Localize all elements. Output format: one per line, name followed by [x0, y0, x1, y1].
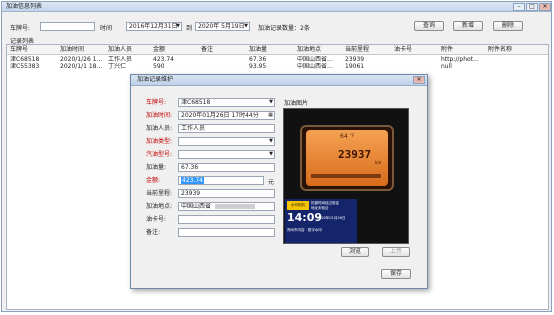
calendar-icon: ▦	[268, 112, 273, 118]
column-header-location[interactable]: 加油地点	[297, 45, 321, 54]
column-header-time[interactable]: 加油时间	[60, 45, 84, 54]
table-header: 车牌号 加油时间 加油人员 金额 备注 加油量 加油地点 当前里程 油卡号 附件…	[7, 45, 548, 55]
chevron-down-icon: ▼	[269, 138, 273, 144]
date-to-value: 2020年 5月19日	[198, 23, 245, 30]
date-to-picker[interactable]: 2020年 5月19日 ▼	[195, 22, 250, 31]
column-header-person[interactable]: 加油人员	[108, 45, 132, 54]
field-label-amount: 金额:	[146, 177, 161, 184]
location-value: 中国山西省	[181, 203, 212, 210]
plate-value: 津C68518	[181, 99, 211, 106]
field-label-mileage: 当前里程:	[146, 190, 173, 197]
stamp-date: 2020年01月26日	[317, 216, 346, 220]
plate-filter-label: 车牌号:	[10, 25, 31, 32]
close-icon[interactable]: ✕	[413, 76, 425, 84]
column-header-attachment[interactable]: 附件	[441, 45, 453, 54]
column-header-amount[interactable]: 金额	[153, 45, 165, 54]
to-label: 到	[186, 25, 193, 32]
field-label-person: 加油人员:	[146, 125, 173, 132]
field-label-time: 加油时间:	[146, 112, 173, 119]
window-title: 加油信息列表	[2, 2, 551, 12]
fuel-type-select[interactable]: ▼	[178, 137, 275, 146]
field-label-fuel-type: 加油类型:	[146, 138, 173, 145]
cell-mileage: 19061	[345, 63, 365, 70]
vehicle-model-select[interactable]: ▼	[178, 150, 275, 159]
amount-value: 423.74	[181, 177, 204, 184]
amount-unit: 元	[268, 179, 275, 186]
odometer-reading: 23937	[338, 148, 372, 161]
cell-mileage: 23939	[345, 56, 365, 63]
browse-button[interactable]: 浏览	[341, 247, 369, 257]
stamp-badge: 水印相机	[287, 201, 309, 210]
remark-input[interactable]	[178, 228, 275, 237]
chevron-down-icon: ▼	[269, 99, 273, 105]
dialog-title: 加油记录维护	[131, 75, 427, 86]
column-header-remark[interactable]: 备注	[201, 45, 213, 54]
chevron-down-icon: ▼	[244, 23, 248, 29]
cell-location: 中国山西省...	[297, 63, 333, 70]
cell-person: 丁兴仁	[108, 63, 127, 70]
cell-plate: 津C68518	[10, 56, 40, 63]
location-input[interactable]: 中国山西省	[178, 202, 275, 211]
chevron-down-icon: ▼	[269, 151, 273, 157]
plate-filter-input[interactable]	[40, 22, 95, 31]
chevron-down-icon: ▼	[176, 23, 180, 29]
minimize-button[interactable]: –	[513, 3, 525, 11]
cell-location: 中国山西省...	[297, 56, 333, 63]
time-filter-label: 时间	[100, 25, 113, 32]
field-label-remark: 备注:	[146, 229, 161, 236]
column-header-attachment-name[interactable]: 附件名称	[488, 45, 512, 54]
column-header-volume[interactable]: 加油量	[249, 45, 267, 54]
time-value: 2020年01月26日 17时44分	[181, 112, 259, 119]
fuel-record-dialog: 加油记录维护 ✕ 车牌号: 津C68518 ▼ 加油时间: 2020年01月26…	[130, 74, 428, 289]
cell-attachment[interactable]: null	[441, 63, 452, 70]
odometer-unit: km	[375, 160, 382, 165]
watermark-stamp: 水印相机 拍摄时间经过验证 地址未验证 14:09 2020年01月26日 郑州…	[285, 199, 357, 243]
query-button[interactable]: 查询	[414, 21, 444, 31]
cell-time: 2020/1/26 1...	[60, 56, 103, 63]
column-header-plate[interactable]: 车牌号	[10, 45, 28, 54]
delete-button[interactable]: 删除	[493, 21, 523, 31]
amount-input[interactable]: 423.74	[178, 176, 264, 185]
field-label-card: 油卡号:	[146, 216, 167, 223]
cell-attachment[interactable]: http://phot...	[441, 56, 479, 63]
field-label-volume: 加油量:	[146, 164, 167, 171]
column-header-mileage[interactable]: 当前里程	[345, 45, 369, 54]
upload-button[interactable]: 上传	[382, 247, 410, 257]
gauge-reading: 64	[340, 133, 348, 140]
stamp-verify: 拍摄时间经过验证	[311, 201, 339, 205]
maximize-button[interactable]: □	[526, 3, 538, 11]
table-row[interactable]: 津C68518 2020/1/26 1... 工作人员 423.74 67.36…	[7, 56, 548, 63]
cell-plate: 津C55383	[10, 63, 40, 70]
plate-select[interactable]: 津C68518 ▼	[178, 98, 275, 107]
add-button[interactable]: 新增	[453, 21, 483, 31]
gauge-bar	[311, 174, 381, 178]
cell-volume: 67.36	[249, 56, 267, 63]
column-header-card[interactable]: 油卡号	[394, 45, 412, 54]
field-label-plate: 车牌号:	[146, 99, 167, 106]
photo-label: 加油图片	[284, 100, 309, 107]
card-input[interactable]	[178, 215, 275, 224]
field-label-location: 加油地点:	[146, 203, 173, 210]
record-count: 加油记录数量：2条	[258, 25, 310, 32]
location-redacted	[214, 204, 255, 209]
volume-input[interactable]: 67.36	[178, 163, 275, 172]
stamp-address: 郑州市内容 · 数字水印	[287, 228, 322, 232]
cell-person: 工作人员	[108, 56, 133, 63]
cell-amount: 590	[153, 63, 165, 70]
save-button[interactable]: 保存	[381, 269, 411, 279]
cell-volume: 93.95	[249, 63, 267, 70]
mileage-input[interactable]: 23939	[178, 189, 275, 198]
cell-amount: 423.74	[153, 56, 174, 63]
time-picker[interactable]: 2020年01月26日 17时44分 ▦	[178, 111, 275, 120]
field-label-vehicle-model: 汽油型号:	[146, 151, 173, 158]
close-icon[interactable]: ✕	[539, 3, 551, 11]
date-from-picker[interactable]: 2016年12月31日 ▼	[126, 22, 182, 31]
gauge-unit: °F	[350, 133, 355, 138]
stamp-address-note: 地址未验证	[311, 206, 329, 210]
person-input[interactable]: 工作人员	[178, 124, 275, 133]
table-row[interactable]: 津C55383 2020/1/1 18... 丁兴仁 590 93.95 中国山…	[7, 63, 548, 70]
cell-time: 2020/1/1 18...	[60, 63, 103, 70]
date-from-value: 2016年12月31日	[129, 23, 178, 30]
fuel-photo: 64 °F 23937 km 水印相机 拍摄时间经过验证 地址未验证 14:09…	[283, 108, 409, 244]
